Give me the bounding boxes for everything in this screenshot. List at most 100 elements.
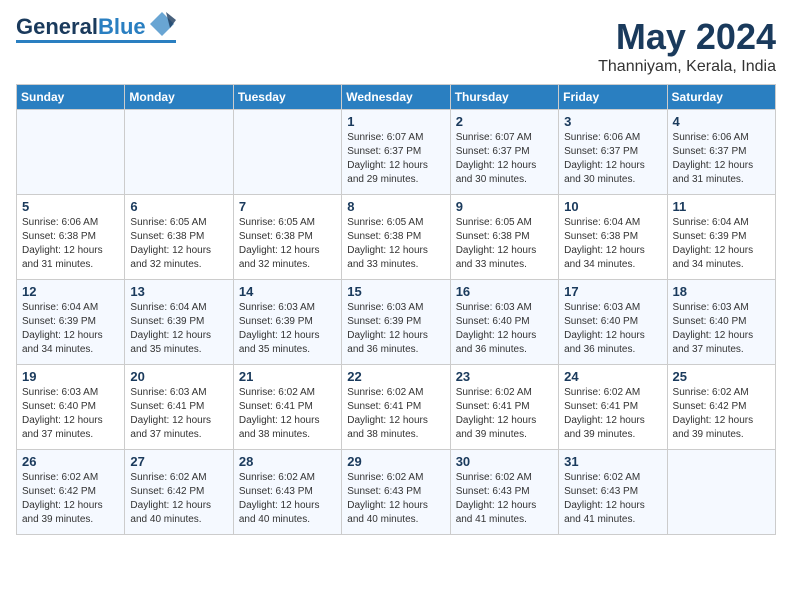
title-area: May 2024 Thanniyam, Kerala, India <box>598 16 776 76</box>
calendar-cell <box>125 110 233 195</box>
day-number: 30 <box>456 454 553 469</box>
day-number: 13 <box>130 284 227 299</box>
calendar-cell <box>667 450 775 535</box>
day-info: Sunrise: 6:02 AM Sunset: 6:41 PM Dayligh… <box>347 386 444 442</box>
calendar-cell: 1 Sunrise: 6:07 AM Sunset: 6:37 PM Daylig… <box>342 110 450 195</box>
day-number: 31 <box>564 454 661 469</box>
day-number: 18 <box>673 284 770 299</box>
calendar-cell: 10Sunrise: 6:04 AM Sunset: 6:38 PM Dayli… <box>559 195 667 280</box>
day-number: 11 <box>673 199 770 214</box>
calendar-cell: 16 Sunrise: 6:03 AM Sunset: 6:40 PM Dayli… <box>450 280 558 365</box>
calendar-title: May 2024 <box>598 16 776 58</box>
calendar-cell: 14 Sunrise: 6:03 AM Sunset: 6:39 PM Dayli… <box>233 280 341 365</box>
day-info: Sunrise: 6:02 AM Sunset: 6:43 PM Dayligh… <box>456 471 553 527</box>
calendar-cell: 17 Sunrise: 6:03 AM Sunset: 6:40 PM Dayli… <box>559 280 667 365</box>
day-info: Sunrise: 6:03 AM Sunset: 6:40 PM Dayligh… <box>456 301 553 357</box>
day-info: Sunrise: 6:03 AM Sunset: 6:40 PM Dayligh… <box>564 301 661 357</box>
weekday-header: Thursday <box>450 85 558 110</box>
day-number: 16 <box>456 284 553 299</box>
calendar-table: SundayMondayTuesdayWednesdayThursdayFrid… <box>16 84 776 535</box>
day-info: Sunrise: 6:04 AM Sunset: 6:39 PM Dayligh… <box>22 301 119 357</box>
day-info: Sunrise: 6:05 AM Sunset: 6:38 PM Dayligh… <box>239 216 336 272</box>
day-number: 22 <box>347 369 444 384</box>
weekday-header: Sunday <box>17 85 125 110</box>
calendar-week-row: 26 Sunrise: 6:02 AM Sunset: 6:42 PM Dayli… <box>17 450 776 535</box>
day-number: 1 <box>347 114 444 129</box>
day-info: Sunrise: 6:07 AM Sunset: 6:37 PM Dayligh… <box>456 131 553 187</box>
calendar-cell <box>17 110 125 195</box>
calendar-cell: 27Sunrise: 6:02 AM Sunset: 6:42 PM Dayli… <box>125 450 233 535</box>
calendar-cell: 30 Sunrise: 6:02 AM Sunset: 6:43 PM Dayli… <box>450 450 558 535</box>
day-number: 26 <box>22 454 119 469</box>
day-info: Sunrise: 6:02 AM Sunset: 6:42 PM Dayligh… <box>673 386 770 442</box>
weekday-header-row: SundayMondayTuesdayWednesdayThursdayFrid… <box>17 85 776 110</box>
day-number: 14 <box>239 284 336 299</box>
day-number: 8 <box>347 199 444 214</box>
day-info: Sunrise: 6:02 AM Sunset: 6:42 PM Dayligh… <box>22 471 119 527</box>
calendar-cell: 20Sunrise: 6:03 AM Sunset: 6:41 PM Dayli… <box>125 365 233 450</box>
weekday-header: Monday <box>125 85 233 110</box>
calendar-cell: 23 Sunrise: 6:02 AM Sunset: 6:41 PM Dayli… <box>450 365 558 450</box>
calendar-cell: 9 Sunrise: 6:05 AM Sunset: 6:38 PM Daylig… <box>450 195 558 280</box>
day-number: 24 <box>564 369 661 384</box>
calendar-cell: 2 Sunrise: 6:07 AM Sunset: 6:37 PM Daylig… <box>450 110 558 195</box>
day-info: Sunrise: 6:05 AM Sunset: 6:38 PM Dayligh… <box>130 216 227 272</box>
day-number: 19 <box>22 369 119 384</box>
day-info: Sunrise: 6:02 AM Sunset: 6:43 PM Dayligh… <box>347 471 444 527</box>
day-info: Sunrise: 6:03 AM Sunset: 6:40 PM Dayligh… <box>22 386 119 442</box>
day-number: 7 <box>239 199 336 214</box>
calendar-cell: 31 Sunrise: 6:02 AM Sunset: 6:43 PM Dayli… <box>559 450 667 535</box>
calendar-cell: 24 Sunrise: 6:02 AM Sunset: 6:41 PM Dayli… <box>559 365 667 450</box>
day-info: Sunrise: 6:03 AM Sunset: 6:39 PM Dayligh… <box>239 301 336 357</box>
day-info: Sunrise: 6:07 AM Sunset: 6:37 PM Dayligh… <box>347 131 444 187</box>
day-info: Sunrise: 6:05 AM Sunset: 6:38 PM Dayligh… <box>456 216 553 272</box>
calendar-week-row: 12Sunrise: 6:04 AM Sunset: 6:39 PM Dayli… <box>17 280 776 365</box>
day-info: Sunrise: 6:03 AM Sunset: 6:40 PM Dayligh… <box>673 301 770 357</box>
calendar-cell: 25Sunrise: 6:02 AM Sunset: 6:42 PM Dayli… <box>667 365 775 450</box>
day-number: 10 <box>564 199 661 214</box>
calendar-cell: 15 Sunrise: 6:03 AM Sunset: 6:39 PM Dayli… <box>342 280 450 365</box>
day-number: 21 <box>239 369 336 384</box>
day-number: 15 <box>347 284 444 299</box>
logo-icon <box>148 10 176 38</box>
calendar-cell: 12Sunrise: 6:04 AM Sunset: 6:39 PM Dayli… <box>17 280 125 365</box>
calendar-cell <box>233 110 341 195</box>
day-number: 27 <box>130 454 227 469</box>
day-number: 9 <box>456 199 553 214</box>
calendar-week-row: 19 Sunrise: 6:03 AM Sunset: 6:40 PM Dayli… <box>17 365 776 450</box>
day-info: Sunrise: 6:03 AM Sunset: 6:39 PM Dayligh… <box>347 301 444 357</box>
logo: GeneralBlue <box>16 16 176 43</box>
day-info: Sunrise: 6:04 AM Sunset: 6:39 PM Dayligh… <box>673 216 770 272</box>
day-info: Sunrise: 6:03 AM Sunset: 6:41 PM Dayligh… <box>130 386 227 442</box>
calendar-cell: 4 Sunrise: 6:06 AM Sunset: 6:37 PM Daylig… <box>667 110 775 195</box>
calendar-cell: 19 Sunrise: 6:03 AM Sunset: 6:40 PM Dayli… <box>17 365 125 450</box>
day-number: 5 <box>22 199 119 214</box>
day-info: Sunrise: 6:05 AM Sunset: 6:38 PM Dayligh… <box>347 216 444 272</box>
day-number: 29 <box>347 454 444 469</box>
day-info: Sunrise: 6:02 AM Sunset: 6:43 PM Dayligh… <box>564 471 661 527</box>
day-number: 17 <box>564 284 661 299</box>
day-number: 6 <box>130 199 227 214</box>
calendar-week-row: 5Sunrise: 6:06 AM Sunset: 6:38 PM Daylig… <box>17 195 776 280</box>
calendar-cell: 29 Sunrise: 6:02 AM Sunset: 6:43 PM Dayli… <box>342 450 450 535</box>
day-number: 2 <box>456 114 553 129</box>
day-info: Sunrise: 6:04 AM Sunset: 6:39 PM Dayligh… <box>130 301 227 357</box>
day-info: Sunrise: 6:02 AM Sunset: 6:41 PM Dayligh… <box>239 386 336 442</box>
calendar-cell: 18 Sunrise: 6:03 AM Sunset: 6:40 PM Dayli… <box>667 280 775 365</box>
calendar-cell: 21 Sunrise: 6:02 AM Sunset: 6:41 PM Dayli… <box>233 365 341 450</box>
day-number: 3 <box>564 114 661 129</box>
calendar-subtitle: Thanniyam, Kerala, India <box>598 58 776 76</box>
day-info: Sunrise: 6:02 AM Sunset: 6:43 PM Dayligh… <box>239 471 336 527</box>
day-number: 4 <box>673 114 770 129</box>
calendar-cell: 28 Sunrise: 6:02 AM Sunset: 6:43 PM Dayli… <box>233 450 341 535</box>
day-info: Sunrise: 6:02 AM Sunset: 6:41 PM Dayligh… <box>456 386 553 442</box>
calendar-cell: 11 Sunrise: 6:04 AM Sunset: 6:39 PM Dayli… <box>667 195 775 280</box>
calendar-cell: 5Sunrise: 6:06 AM Sunset: 6:38 PM Daylig… <box>17 195 125 280</box>
calendar-cell: 3Sunrise: 6:06 AM Sunset: 6:37 PM Daylig… <box>559 110 667 195</box>
weekday-header: Saturday <box>667 85 775 110</box>
day-info: Sunrise: 6:06 AM Sunset: 6:37 PM Dayligh… <box>673 131 770 187</box>
day-info: Sunrise: 6:02 AM Sunset: 6:41 PM Dayligh… <box>564 386 661 442</box>
day-number: 23 <box>456 369 553 384</box>
weekday-header: Wednesday <box>342 85 450 110</box>
day-number: 28 <box>239 454 336 469</box>
